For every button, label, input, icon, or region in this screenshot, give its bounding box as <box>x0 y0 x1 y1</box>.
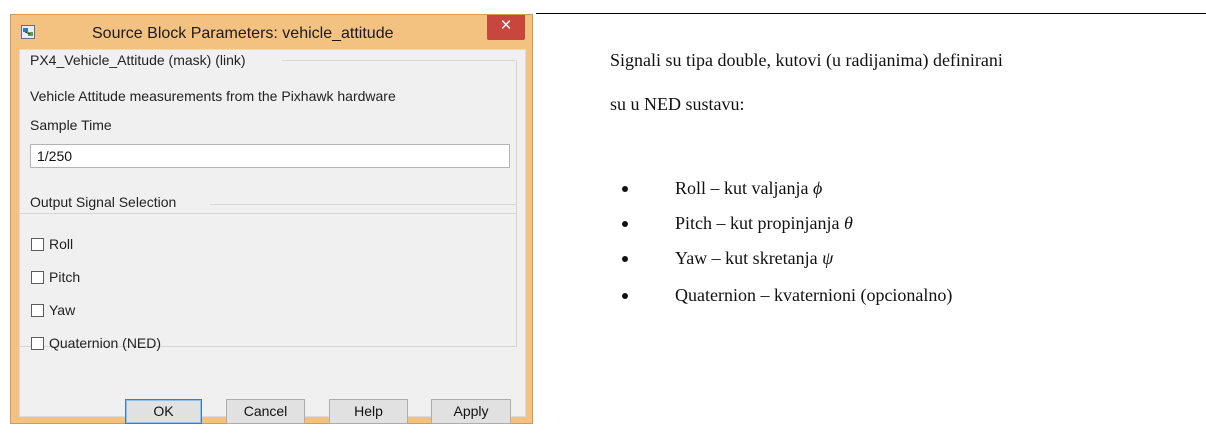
bullet-dot-icon <box>622 256 628 262</box>
quaternion-checkbox-label[interactable]: Quaternion (NED) <box>49 335 161 351</box>
ok-button[interactable]: OK <box>125 399 202 424</box>
roll-checkbox-label[interactable]: Roll <box>49 236 73 252</box>
apply-button[interactable]: Apply <box>431 399 511 424</box>
bullet-quaternion-text: Quaternion – kvaternioni (opcionalno) <box>675 285 953 305</box>
bullet-dot-icon <box>622 186 628 192</box>
dialog-title-bar[interactable]: Source Block Parameters: vehicle_attitud… <box>11 15 532 48</box>
group-border-right <box>516 60 517 213</box>
output-group-border-top <box>210 204 517 205</box>
roll-checkbox[interactable] <box>31 238 44 251</box>
bullet-dot-icon <box>622 293 628 299</box>
page-top-rule <box>536 13 1206 14</box>
block-parameters-dialog: Source Block Parameters: vehicle_attitud… <box>10 14 533 424</box>
paragraph-line-1: Signali su tipa double, kutovi (u radija… <box>610 50 1003 70</box>
bullet-roll-text: Roll – kut valjanja <box>675 178 813 198</box>
block-description: Vehicle Attitude measurements from the P… <box>30 88 396 104</box>
sample-time-input[interactable] <box>30 144 510 168</box>
dialog-title: Source Block Parameters: vehicle_attitud… <box>92 25 394 42</box>
bullet-pitch-text: Pitch – kut propinjanja <box>675 213 844 233</box>
sample-time-label: Sample Time <box>30 117 112 133</box>
psi-symbol: ψ <box>822 248 834 268</box>
close-icon[interactable]: × <box>487 15 525 40</box>
quaternion-checkbox[interactable] <box>31 337 44 350</box>
yaw-checkbox-label[interactable]: Yaw <box>49 302 75 318</box>
dialog-client-area: PX4_Vehicle_Attitude (mask) (link) Vehic… <box>19 49 526 424</box>
bullet-dot-icon <box>622 221 628 227</box>
bullet-yaw-text: Yaw – kut skretanja <box>675 248 823 268</box>
paragraph-line-2: su u NED sustavu: <box>610 94 745 114</box>
help-button[interactable]: Help <box>329 399 408 424</box>
cancel-button[interactable]: Cancel <box>226 399 305 424</box>
phi-symbol: ϕ <box>812 178 823 198</box>
theta-symbol: θ <box>843 213 853 233</box>
simulink-app-icon <box>21 25 35 39</box>
group-divider <box>20 213 517 214</box>
output-group-label: Output Signal Selection <box>30 194 177 210</box>
pitch-checkbox[interactable] <box>31 271 44 284</box>
group-border-top <box>282 60 515 61</box>
block-header-label: PX4_Vehicle_Attitude (mask) (link) <box>30 52 246 68</box>
pitch-checkbox-label[interactable]: Pitch <box>49 269 80 285</box>
yaw-checkbox[interactable] <box>31 304 44 317</box>
output-group-border-right <box>516 204 517 346</box>
